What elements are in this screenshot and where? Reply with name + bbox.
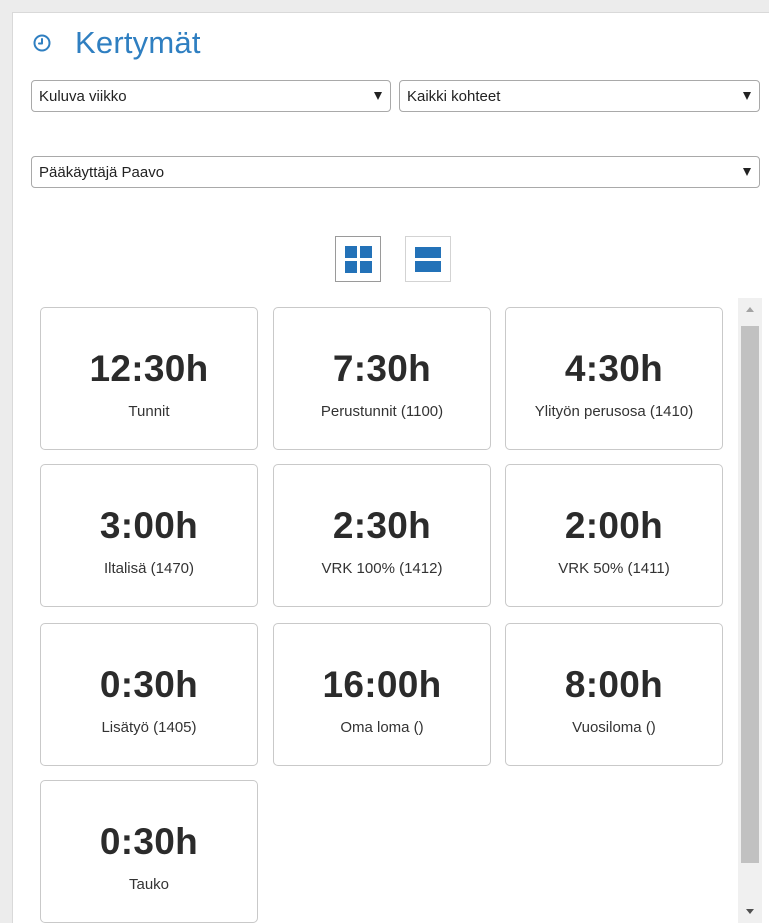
accrual-cards: 12:30h Tunnit 7:30h Perustunnit (1100) 4… <box>40 307 730 923</box>
dropdown-arrow-icon <box>743 92 751 100</box>
grid-view-button[interactable] <box>335 236 381 282</box>
accrual-value: 2:00h <box>564 505 664 546</box>
accrual-value: 12:30h <box>89 348 209 389</box>
accruals-panel: Kertymät Kuluva viikko Kaikki kohteet Pä… <box>12 12 769 923</box>
accrual-value: 2:30h <box>332 505 432 546</box>
list-view-button[interactable] <box>405 236 451 282</box>
accrual-label: VRK 50% (1411) <box>558 560 670 577</box>
period-select[interactable]: Kuluva viikko <box>31 80 391 112</box>
panel-header: Kertymät <box>31 23 201 63</box>
accrual-label: Oma loma () <box>340 719 424 736</box>
accrual-label: Lisätyö (1405) <box>101 719 197 736</box>
accrual-value: 0:30h <box>99 664 199 705</box>
target-select[interactable]: Kaikki kohteet <box>399 80 760 112</box>
accrual-label: Perustunnit (1100) <box>320 403 444 420</box>
accrual-card[interactable]: 8:00h Vuosiloma () <box>505 623 723 766</box>
accrual-card[interactable]: 0:30h Tauko <box>40 780 258 923</box>
dropdown-arrow-icon <box>743 168 751 176</box>
page-title: Kertymät <box>75 25 201 60</box>
accrual-value: 3:00h <box>99 505 199 546</box>
accrual-value: 0:30h <box>99 821 199 862</box>
accrual-card[interactable]: 2:30h VRK 100% (1412) <box>273 464 491 607</box>
user-select-value: Pääkäyttäjä Paavo <box>39 163 165 181</box>
accrual-value: 4:30h <box>564 348 664 389</box>
scroll-up-arrow-icon[interactable] <box>746 307 754 312</box>
user-select[interactable]: Pääkäyttäjä Paavo <box>31 156 760 188</box>
accrual-value: 7:30h <box>332 348 432 389</box>
accrual-value: 8:00h <box>564 664 664 705</box>
dropdown-arrow-icon <box>374 92 382 100</box>
accrual-label: Tauko <box>128 876 170 893</box>
accrual-label: Ylityön perusosa (1410) <box>534 403 694 420</box>
accrual-label: VRK 100% (1412) <box>321 560 443 577</box>
accrual-card[interactable]: 0:30h Lisätyö (1405) <box>40 623 258 766</box>
scrollbar-thumb[interactable] <box>741 326 759 863</box>
vertical-scrollbar[interactable] <box>738 298 762 923</box>
scroll-down-arrow-icon[interactable] <box>746 909 754 914</box>
accrual-label: Vuosiloma () <box>572 719 656 736</box>
accrual-card[interactable]: 3:00h Iltalisä (1470) <box>40 464 258 607</box>
accrual-card[interactable]: 12:30h Tunnit <box>40 307 258 450</box>
period-select-value: Kuluva viikko <box>39 87 127 105</box>
accrual-card[interactable]: 16:00h Oma loma () <box>273 623 491 766</box>
accrual-card[interactable]: 2:00h VRK 50% (1411) <box>505 464 723 607</box>
accrual-card[interactable]: 4:30h Ylityön perusosa (1410) <box>505 307 723 450</box>
clock-icon <box>31 32 53 54</box>
accrual-value: 16:00h <box>322 664 442 705</box>
accrual-card[interactable]: 7:30h Perustunnit (1100) <box>273 307 491 450</box>
accrual-label: Tunnit <box>128 403 170 420</box>
target-select-value: Kaikki kohteet <box>407 87 501 105</box>
accrual-label: Iltalisä (1470) <box>103 560 195 577</box>
